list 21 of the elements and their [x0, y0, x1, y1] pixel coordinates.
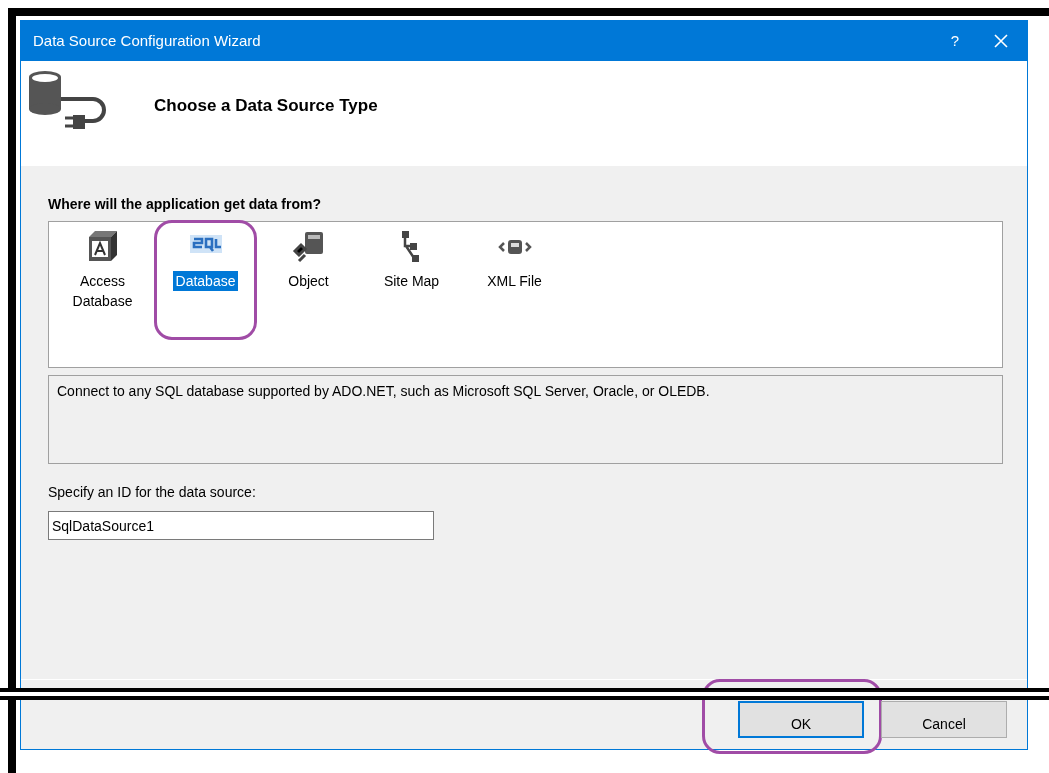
source-type-item[interactable]: XML File — [463, 220, 566, 340]
close-icon — [994, 34, 1008, 48]
source-type-label: Access Database — [71, 272, 134, 311]
xml-file-icon — [497, 238, 532, 256]
question-label: Where will the application get data from? — [48, 195, 323, 214]
dialog-button[interactable]: Cancel — [881, 701, 1007, 738]
source-type-item[interactable]: Database — [154, 220, 257, 340]
dialog-button[interactable]: OK — [738, 701, 864, 738]
id-input-field[interactable]: SqlDataSource1 — [48, 511, 434, 540]
source-type-label: Site Map — [382, 272, 441, 291]
help-button[interactable]: ? — [935, 21, 975, 61]
id-label: Specify an ID for the data source: — [48, 483, 257, 502]
source-type-label: Database — [172, 271, 239, 291]
source-type-item[interactable]: Site Map — [360, 220, 463, 340]
source-type-item[interactable]: Object — [257, 220, 360, 340]
source-type-label: XML File — [486, 272, 543, 291]
description-text: Connect to any SQL database supported by ADO.NET, such as Microsoft SQL Server, Oracle, or OLEDB. — [48, 375, 1003, 464]
page-heading: Choose a Data Source Type — [154, 95, 378, 117]
window-title: Data Source Configuration Wizard — [33, 30, 262, 51]
source-type-label: Object — [287, 272, 330, 291]
source-type-item[interactable]: Access Database — [51, 220, 154, 340]
